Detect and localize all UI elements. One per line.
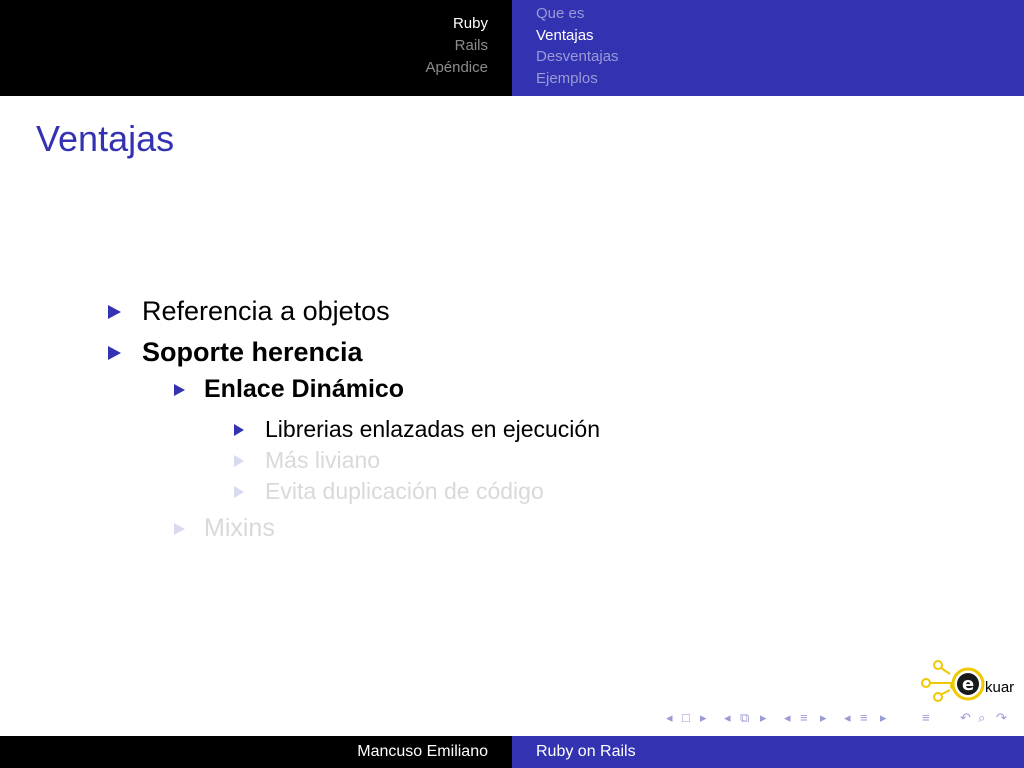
nav-frame-icon[interactable]: □ — [682, 710, 690, 725]
bullet-triangle-icon — [108, 304, 121, 319]
header-subsection-ventajas[interactable]: Ventajas — [536, 27, 594, 44]
bullet-item: Librerias enlazadas en ejecución — [234, 416, 600, 443]
bullet-item: Evita duplicación de código — [234, 478, 544, 505]
bullet-text: Librerias enlazadas en ejecución — [265, 416, 600, 442]
header-subsection-desventajas[interactable]: Desventajas — [536, 48, 619, 65]
footer-author-bar: Mancuso Emiliano — [0, 736, 512, 768]
bullet-item: Mixins — [174, 514, 275, 543]
nav-subsection-icon[interactable]: ⧉ — [740, 710, 749, 726]
bullet-item: Más liviano — [234, 447, 381, 474]
bullet-text: Mixins — [204, 514, 275, 542]
nav-presentation-icon[interactable]: ≡ — [860, 710, 868, 725]
footer-presentation-title: Ruby on Rails — [536, 743, 636, 760]
bullet-triangle-icon — [234, 423, 244, 436]
nav-frame-prev-icon[interactable]: ◂ — [666, 710, 673, 726]
nav-section-next-icon[interactable]: ▸ — [820, 710, 827, 726]
bullet-triangle-icon — [234, 485, 244, 498]
header-subsection-ejemplos[interactable]: Ejemplos — [536, 70, 598, 87]
bullet-text: Referencia a objetos — [142, 296, 390, 326]
header-section-apendice[interactable]: Apéndice — [425, 59, 488, 76]
header-section-ruby[interactable]: Ruby — [453, 15, 488, 32]
bullet-item: Referencia a objetos — [108, 296, 390, 327]
header-sections: Ruby Rails Apéndice — [0, 0, 512, 96]
nav-section-icon[interactable]: ≡ — [800, 710, 808, 725]
header-subsections: Que es Ventajas Desventajas Ejemplos — [512, 0, 1024, 96]
bullet-text: Más liviano — [265, 447, 381, 473]
footer-title-bar: Ruby on Rails — [512, 736, 1024, 768]
nav-search-forward-icon[interactable]: ↷ — [996, 710, 1007, 726]
nav-search-icon[interactable]: ⌕ — [978, 710, 985, 726]
bullet-text: Evita duplicación de código — [265, 478, 544, 504]
bullet-text: Soporte herencia — [142, 337, 363, 367]
bullet-triangle-icon — [174, 383, 185, 396]
ekuar-logo: e kuar — [921, 660, 1014, 702]
nav-search-back-icon[interactable]: ↶ — [960, 710, 971, 726]
bullet-item: Soporte herencia — [108, 337, 363, 368]
bullet-triangle-icon — [234, 454, 244, 467]
logo-text: kuar — [985, 679, 1014, 696]
slide-title: Ventajas — [36, 118, 175, 159]
navigation-symbols: ◂ □ ▸ ◂ ⧉ ▸ ◂ ≡ ▸ ◂ ≡ ▸ ≡ ↶ ⌕ ↷ — [660, 708, 1020, 732]
nav-section-prev-icon[interactable]: ◂ — [784, 710, 791, 726]
bullet-triangle-icon — [108, 345, 121, 360]
nav-frame-next-icon[interactable]: ▸ — [700, 710, 707, 726]
nav-subsection-next-icon[interactable]: ▸ — [760, 710, 767, 726]
nav-presentation-next-icon[interactable]: ▸ — [880, 710, 887, 726]
header-section-rails[interactable]: Rails — [455, 37, 488, 54]
nav-toc-icon[interactable]: ≡ — [922, 710, 930, 725]
bullet-triangle-icon — [174, 522, 185, 535]
bullet-text: Enlace Dinámico — [204, 375, 405, 403]
logo-letter: e — [962, 674, 974, 695]
bullet-item: Enlace Dinámico — [174, 375, 405, 404]
nav-presentation-prev-icon[interactable]: ◂ — [844, 710, 851, 726]
nav-subsection-prev-icon[interactable]: ◂ — [724, 710, 731, 726]
footer-author: Mancuso Emiliano — [357, 743, 488, 760]
header-subsection-que-es[interactable]: Que es — [536, 5, 584, 22]
